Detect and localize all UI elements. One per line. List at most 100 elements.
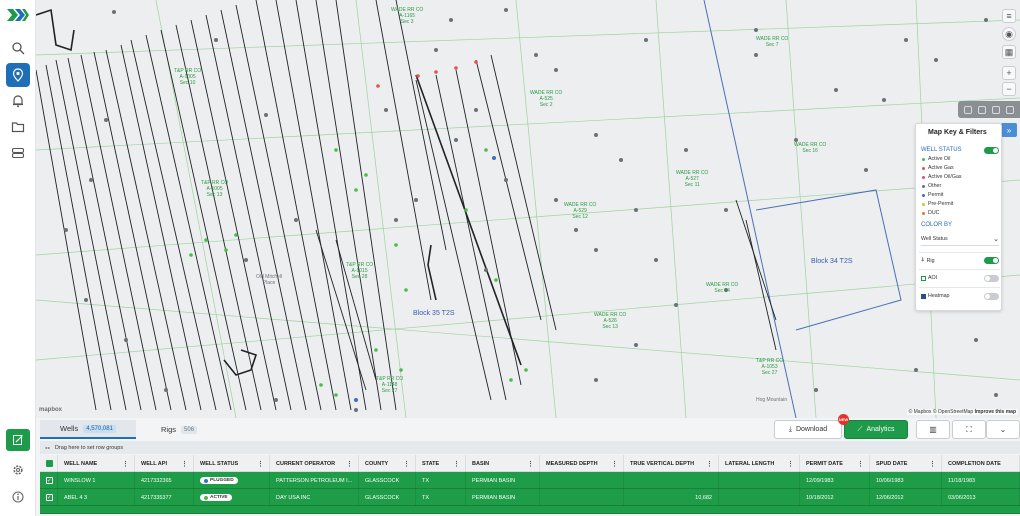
column-header[interactable]: LATERAL LENGTH ⋮	[719, 455, 800, 472]
cell-state[interactable]: TX	[416, 472, 466, 489]
cell-basin[interactable]: PERMIAN BASIN	[466, 489, 540, 506]
columns-icon[interactable]: ▥	[916, 420, 950, 439]
map-key-collapse-button[interactable]: »	[1001, 123, 1017, 137]
cell-permit-date[interactable]: 10/18/2012	[800, 489, 870, 506]
cell-county[interactable]: GLASSCOCK	[359, 472, 416, 489]
cell-well-name[interactable]: ABEL 4 3	[58, 489, 135, 506]
column-menu-icon[interactable]: ⋮	[787, 460, 794, 468]
polygon-icon[interactable]	[978, 105, 986, 114]
table-row[interactable]	[40, 506, 1020, 514]
column-menu-icon[interactable]: ⋮	[346, 460, 353, 468]
column-header[interactable]: TRUE VERTICAL DEPTH ⋮	[624, 455, 719, 472]
cell-well-api[interactable]: 4217332365	[135, 472, 194, 489]
well-status-toggle[interactable]	[984, 147, 999, 154]
bell-icon[interactable]	[6, 89, 30, 113]
column-header[interactable]: WELL API ⋮	[135, 455, 194, 472]
expand-icon[interactable]: ⛶	[952, 420, 986, 439]
cell-measured-depth[interactable]	[540, 472, 624, 489]
legend-item[interactable]: Active Gas	[921, 165, 954, 171]
tab-wells[interactable]: Wells 4,570,081	[40, 420, 136, 439]
cell-permit-date[interactable]: 12/09/1983	[800, 472, 870, 489]
legend-item[interactable]: Pre-Permit	[921, 201, 953, 207]
gear-icon[interactable]	[6, 458, 30, 482]
checkbox[interactable]	[46, 460, 53, 467]
table-row[interactable]: ✓ ABEL 4 3 4217335377 ACTIVE DAY USA INC…	[40, 489, 1020, 506]
search-icon[interactable]	[6, 36, 30, 60]
zoom-in-button[interactable]: +	[1002, 66, 1016, 80]
cell-lateral-length[interactable]	[719, 472, 800, 489]
cell-spud-date[interactable]: 10/06/1983	[870, 472, 942, 489]
cell-tvd[interactable]	[624, 472, 719, 489]
draw-toolbar[interactable]	[958, 101, 1020, 118]
cell-operator[interactable]: PATTERSON PETROLEUM I...	[270, 472, 359, 489]
column-menu-icon[interactable]: ⋮	[611, 460, 618, 468]
legend-item[interactable]: Permit	[921, 192, 943, 198]
column-menu-icon[interactable]: ⋮	[403, 460, 410, 468]
tab-rigs[interactable]: Rigs 506	[141, 420, 217, 439]
row-checkbox[interactable]: ✓	[40, 489, 58, 506]
folder-icon[interactable]	[6, 115, 30, 139]
row-checkbox[interactable]: ✓	[40, 472, 58, 489]
map-pin-icon[interactable]	[6, 63, 30, 87]
column-header[interactable]: CURRENT OPERATOR ⋮	[270, 455, 359, 472]
cell-well-status[interactable]: PLUGGED	[194, 472, 270, 489]
column-menu-icon[interactable]: ⋮	[857, 460, 864, 468]
legend-item[interactable]: Active Oil/Gas	[921, 174, 962, 180]
checkbox[interactable]: ✓	[46, 477, 53, 484]
column-menu-icon[interactable]: ⋮	[527, 460, 534, 468]
select-all-checkbox[interactable]	[40, 455, 58, 472]
column-header[interactable]: WELL NAME ⋮	[58, 455, 135, 472]
compass-icon[interactable]: ◉	[1002, 27, 1016, 41]
column-header[interactable]: WELL STATUS ⋮	[194, 455, 270, 472]
collapse-down-icon[interactable]: ⌄	[986, 420, 1020, 439]
column-menu-icon[interactable]: ⋮	[706, 460, 713, 468]
column-menu-icon[interactable]: ⋮	[181, 460, 188, 468]
rectangle-icon[interactable]	[1006, 105, 1014, 114]
rig-toggle[interactable]	[984, 257, 999, 264]
fullscreen-icon[interactable]: ▦	[1002, 45, 1016, 59]
cell-well-name[interactable]: WINSLOW 1	[58, 472, 135, 489]
cell-basin[interactable]: PERMIAN BASIN	[466, 472, 540, 489]
cell-tvd[interactable]: 10,682	[624, 489, 719, 506]
column-header[interactable]: BASIN ⋮	[466, 455, 540, 472]
aoi-toggle[interactable]	[984, 275, 999, 282]
improve-map-link[interactable]: Improve this map	[975, 409, 1016, 415]
cell-measured-depth[interactable]	[540, 489, 624, 506]
color-by-select[interactable]: Well Status ⌄	[921, 232, 999, 246]
analytics-button[interactable]: ⟋ Analytics	[844, 420, 908, 439]
download-button[interactable]: ⤓ Download	[774, 420, 842, 439]
column-menu-icon[interactable]: ⋮	[453, 460, 460, 468]
column-header[interactable]: STATE ⋮	[416, 455, 466, 472]
cursor-icon[interactable]	[964, 105, 972, 114]
cell-completion-date[interactable]: 03/06/2013	[942, 489, 1020, 506]
cell-well-api[interactable]: 4217335377	[135, 489, 194, 506]
map-canvas[interactable]: WADE RR CO A-1165 Sec 3 T&P RR CO A-1005 Sec…	[36, 0, 1020, 418]
row-group-dropzone[interactable]: ⚏ Drag here to set row groups	[40, 441, 1020, 454]
database-icon[interactable]	[6, 141, 30, 165]
edit-note-icon[interactable]	[6, 429, 30, 451]
mapbox-link[interactable]: © Mapbox	[909, 409, 932, 415]
cell-spud-date[interactable]: 12/06/2012	[870, 489, 942, 506]
osm-link[interactable]: © OpenStreetMap	[933, 409, 973, 415]
column-menu-icon[interactable]: ⋮	[257, 460, 264, 468]
table-row[interactable]: ✓ WINSLOW 1 4217332365 PLUGGED PATTERSON…	[40, 472, 1020, 489]
cell-state[interactable]: TX	[416, 489, 466, 506]
column-header[interactable]: PERMIT DATE ⋮	[800, 455, 870, 472]
checkbox[interactable]: ✓	[46, 494, 53, 501]
info-icon[interactable]	[6, 485, 30, 509]
layers-icon[interactable]: ≡	[1002, 9, 1016, 23]
cell-county[interactable]: GLASSCOCK	[359, 489, 416, 506]
heatmap-toggle[interactable]	[984, 293, 999, 300]
app-logo[interactable]	[7, 8, 29, 22]
cell-well-status[interactable]: ACTIVE	[194, 489, 270, 506]
mapbox-logo[interactable]: mapbox	[39, 407, 62, 413]
column-header[interactable]: MEASURED DEPTH ⋮	[540, 455, 624, 472]
column-menu-icon[interactable]: ⋮	[929, 460, 936, 468]
column-header[interactable]: COMPLETION DATE	[942, 455, 1020, 472]
column-header[interactable]: SPUD DATE ⋮	[870, 455, 942, 472]
legend-item[interactable]: Active Oil	[921, 156, 950, 162]
column-menu-icon[interactable]: ⋮	[122, 460, 129, 468]
zoom-out-button[interactable]: −	[1002, 82, 1016, 96]
legend-item[interactable]: DUC	[921, 210, 939, 216]
cell-completion-date[interactable]: 11/18/1983	[942, 472, 1020, 489]
